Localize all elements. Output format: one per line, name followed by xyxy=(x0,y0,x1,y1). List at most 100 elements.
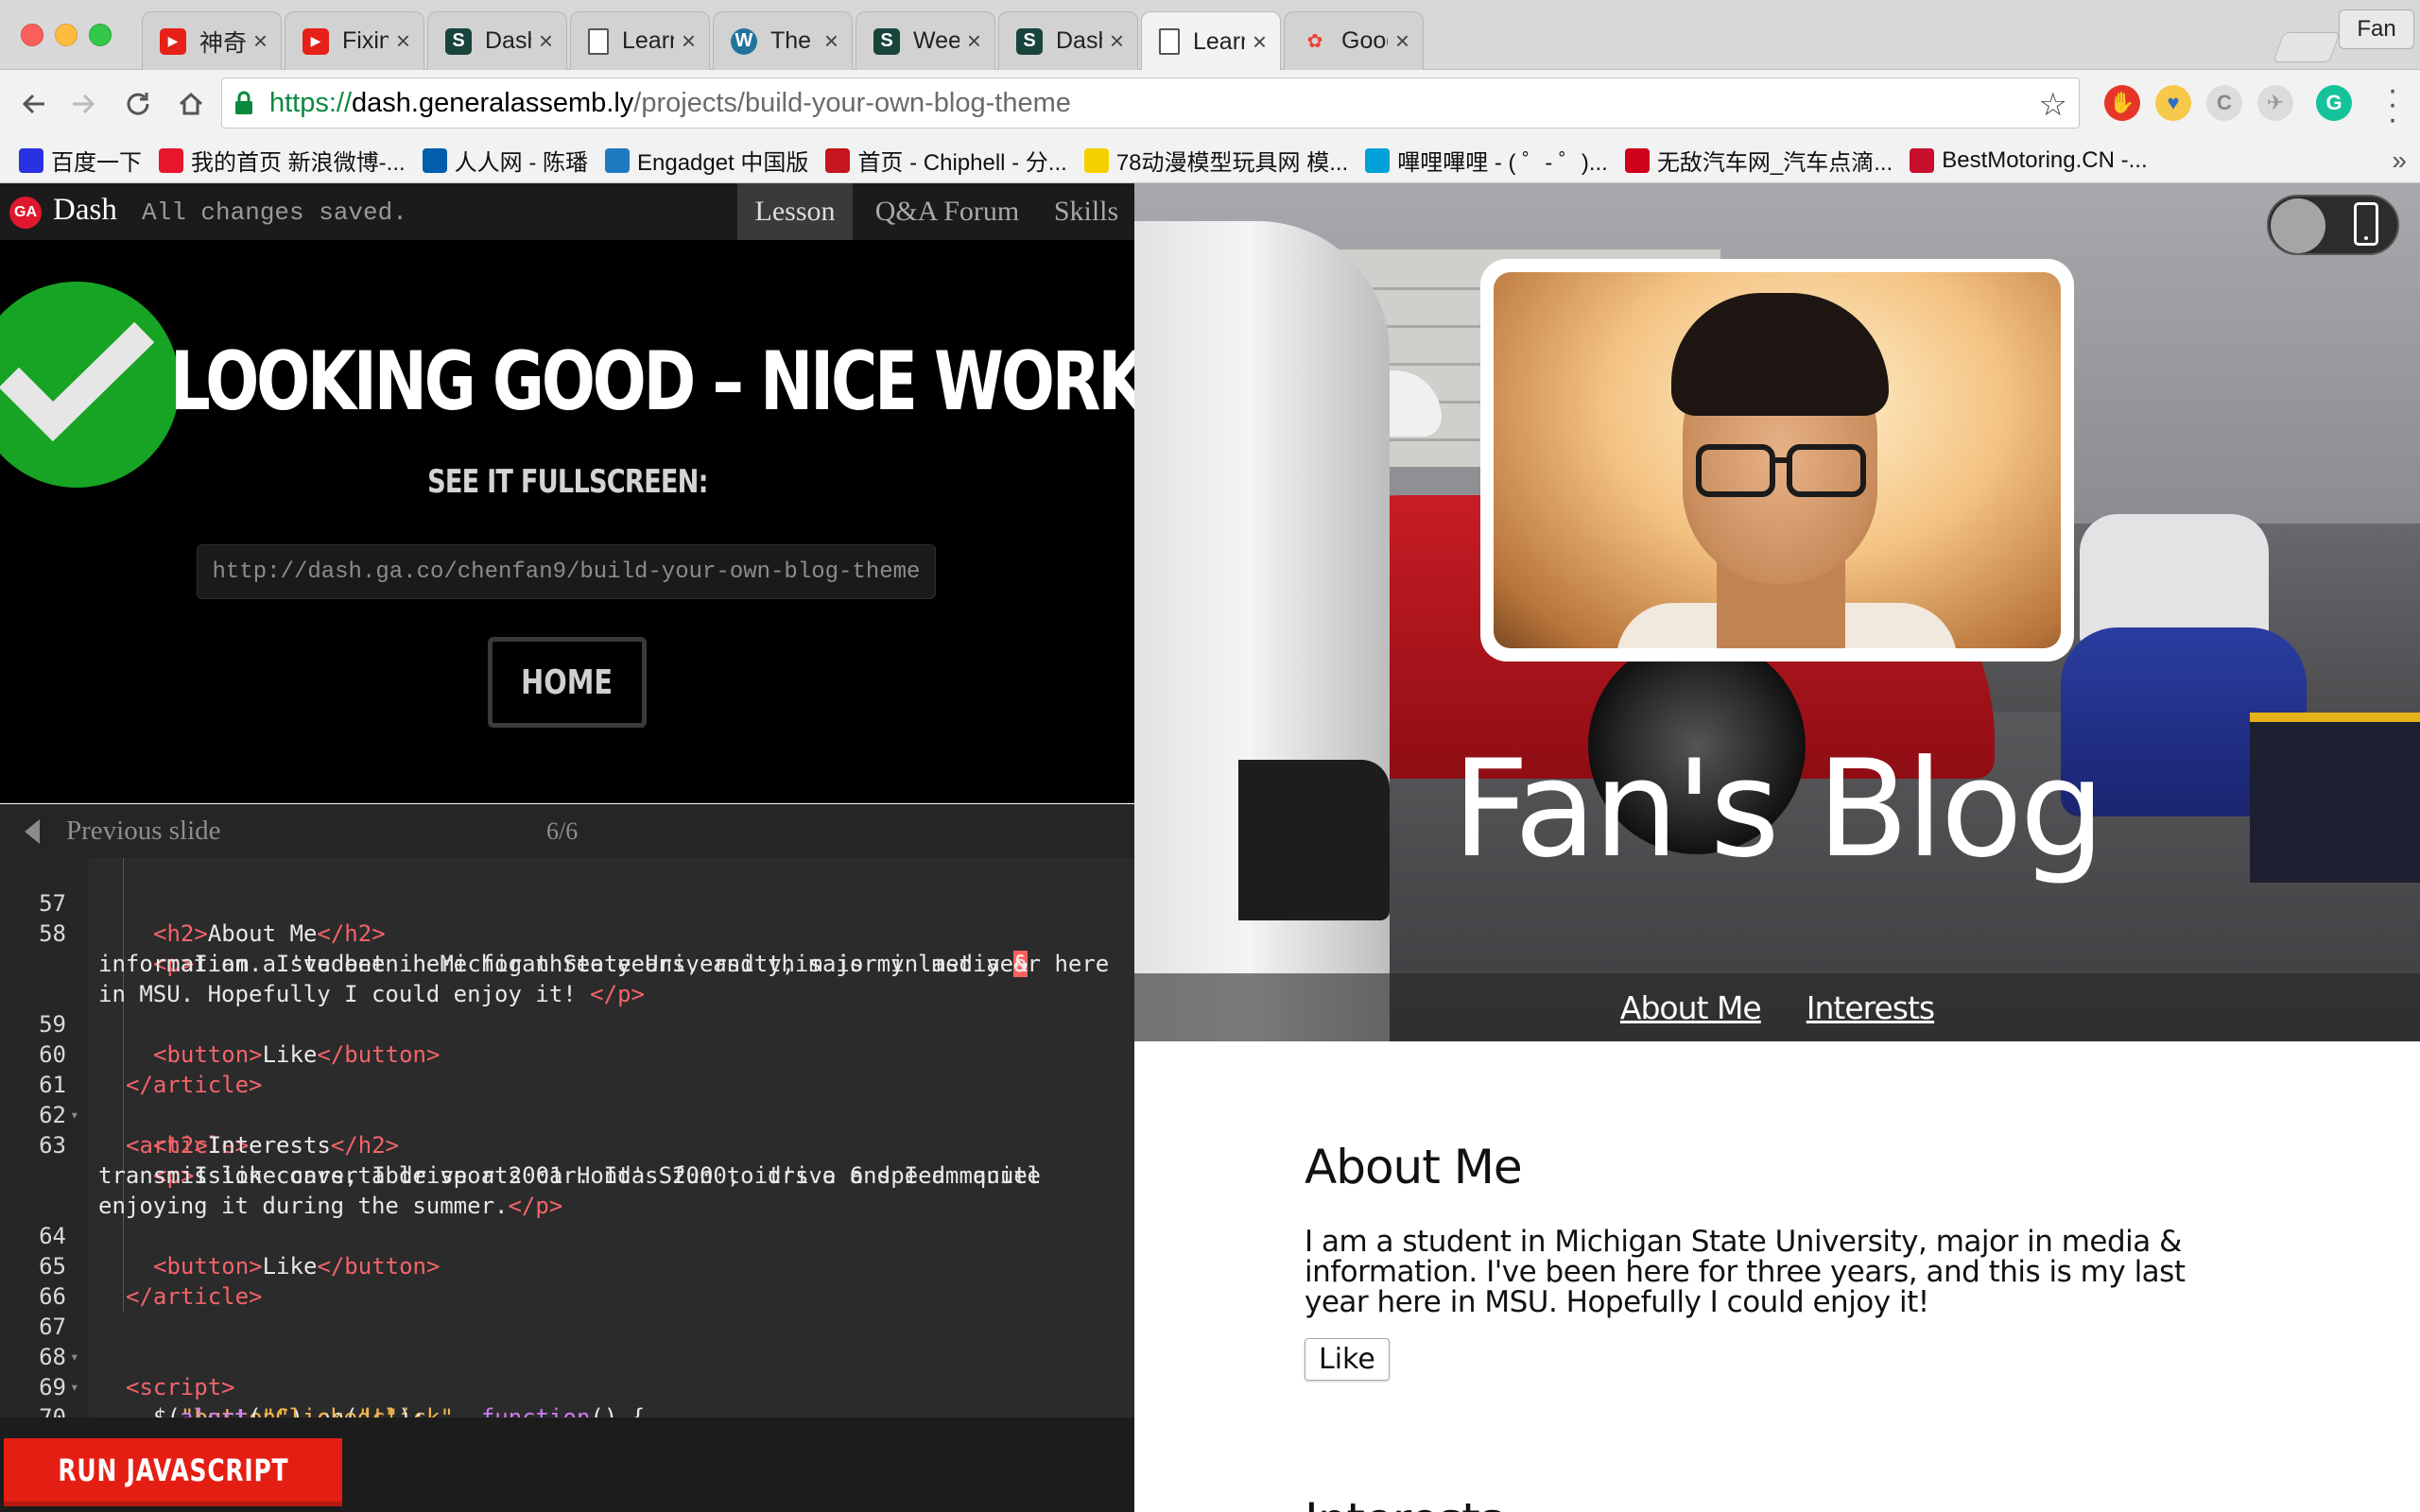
browser-tab[interactable]: W The Persona × xyxy=(713,11,853,70)
tab-title: Dash Lab Ch xyxy=(1056,27,1102,54)
bookmark-label: 人人网 - 陈璠 xyxy=(454,150,588,176)
browser-menu-icon[interactable]: · · · xyxy=(2378,74,2407,135)
bookmark-favicon-icon xyxy=(1083,147,1109,173)
bookmark-item[interactable]: Engadget 中国版 xyxy=(605,144,808,177)
bookmark-favicon-icon xyxy=(1624,147,1650,173)
tab-skills[interactable]: Skills xyxy=(1042,183,1131,240)
bookmark-favicon-icon xyxy=(605,147,630,173)
bookmark-label: 我的首页 新浪微博-... xyxy=(191,150,406,176)
interests-heading: Interests xyxy=(1305,1493,1504,1512)
lock-icon xyxy=(235,91,252,114)
dash-header: GA Dash All changes saved. Lesson Q&A Fo… xyxy=(0,183,1134,240)
bookmark-item[interactable]: 人人网 - 陈璠 xyxy=(422,144,588,177)
bookmark-label: 78动漫模型玩具网 模... xyxy=(1115,150,1349,176)
close-tab-icon[interactable]: × xyxy=(1253,27,1267,57)
browser-tab[interactable]: Learn to cod × xyxy=(1141,11,1281,71)
close-tab-icon[interactable]: × xyxy=(253,26,268,56)
profile-button[interactable]: Fan xyxy=(2339,9,2414,49)
home-button-label: HOME xyxy=(521,662,614,702)
bookmark-favicon-icon xyxy=(422,147,447,173)
close-tab-icon[interactable]: × xyxy=(396,26,410,56)
home-page-button[interactable] xyxy=(170,83,212,125)
tab-title: Learn to cod xyxy=(1193,27,1245,55)
slide-counter: 6/6 xyxy=(546,817,579,845)
browser-tab-bar: ▶神奇寶貝超世×▶Fixing A Con×SDash Interac× Lear… xyxy=(0,0,2420,71)
tab-title: Week 3 Che xyxy=(913,27,959,54)
photo-hair xyxy=(1671,293,1889,416)
bookmark-label: Engadget 中国版 xyxy=(637,150,809,176)
bookmark-item[interactable]: 百度一下 xyxy=(19,144,142,177)
toggle-knob[interactable] xyxy=(2271,198,2325,253)
url-path: /projects/build-your-own-blog-theme xyxy=(633,87,1071,118)
run-javascript-button[interactable]: RUN JAVASCRIPT xyxy=(4,1438,342,1506)
close-tab-icon[interactable]: × xyxy=(1110,26,1124,56)
bookmark-star-icon[interactable]: ☆ xyxy=(2039,86,2067,124)
run-bar: RUN JAVASCRIPT xyxy=(0,1418,1134,1512)
close-tab-icon[interactable]: × xyxy=(967,26,981,56)
forward-button[interactable] xyxy=(62,83,104,125)
bookmark-label: BestMotoring.CN -... xyxy=(1942,146,2148,173)
about-me-article: About Me I am a student in Michigan Stat… xyxy=(1305,1140,2269,1381)
close-tab-icon[interactable]: × xyxy=(682,26,696,56)
back-button[interactable] xyxy=(13,83,55,125)
dash-brand[interactable]: Dash xyxy=(53,193,117,228)
msu-s-icon: S xyxy=(445,27,472,55)
nav-link-interests[interactable]: Interests xyxy=(1806,989,1935,1026)
browser-tab[interactable]: ▶ Fixing A Con × xyxy=(285,11,424,70)
browser-tab[interactable]: Learn to cod × xyxy=(570,11,710,70)
fullscreen-label: SEE IT FULLSCREEN: xyxy=(0,463,1134,501)
bookmark-favicon-icon xyxy=(19,147,43,173)
close-tab-icon[interactable]: × xyxy=(1395,26,1409,56)
about-me-text: I am a student in Michigan State Univers… xyxy=(1305,1225,2186,1319)
url-host: dash.generalassemb.ly xyxy=(352,87,634,118)
bookmark-favicon-icon xyxy=(1910,147,1935,173)
browser-tab[interactable]: ▶ 神奇寶貝超世× xyxy=(142,11,282,70)
browser-tab[interactable]: S Dash Interac × xyxy=(427,11,567,70)
close-tab-icon[interactable]: × xyxy=(824,26,838,56)
blog-title: Fan's Blog xyxy=(1452,731,2105,887)
forward-arrow-icon xyxy=(73,94,95,114)
reload-button[interactable] xyxy=(117,83,159,125)
checkmark-icon xyxy=(0,321,155,442)
phone-icon[interactable] xyxy=(2354,202,2378,246)
share-url-field[interactable]: http://dash.ga.co/chenfan9/build-your-ow… xyxy=(197,544,936,599)
glasses-bridge xyxy=(1770,457,1790,463)
back-arrow-icon xyxy=(22,94,44,114)
bookmark-item[interactable]: BestMotoring.CN -... xyxy=(1910,144,2148,177)
close-tab-icon[interactable]: × xyxy=(539,26,553,56)
nav-link-about-me[interactable]: About Me xyxy=(1620,989,1762,1026)
close-window-button[interactable] xyxy=(21,24,43,46)
chevron-left-icon[interactable] xyxy=(25,819,40,844)
bookmark-favicon-icon xyxy=(1365,147,1391,173)
code-editor[interactable]: 57 <h2>About Me</h2> 58 <p>I am a studen… xyxy=(0,858,1134,1418)
maximize-window-button[interactable] xyxy=(89,24,112,46)
more-bookmarks-icon[interactable]: » xyxy=(2392,146,2407,176)
adblock-extension-icon[interactable]: ✋ xyxy=(2104,85,2140,121)
home-button[interactable]: HOME xyxy=(488,637,647,728)
shield-extension-icon[interactable]: ♥ xyxy=(2155,85,2191,121)
bookmark-item[interactable]: 首页 - Chiphell - 分... xyxy=(825,144,1067,177)
bookmark-item[interactable]: 我的首页 新浪微博-... xyxy=(159,144,406,177)
minimize-window-button[interactable] xyxy=(55,24,78,46)
tab-qa-forum[interactable]: Q&A Forum xyxy=(860,183,1034,240)
c-extension-icon[interactable]: C xyxy=(2206,85,2242,121)
like-button[interactable]: Like xyxy=(1305,1338,1390,1381)
bird-extension-icon[interactable]: ✈ xyxy=(2257,85,2293,121)
house-icon xyxy=(179,92,203,115)
grammarly-extension-icon[interactable]: G xyxy=(2316,85,2352,121)
address-bar[interactable]: https://dash.generalassemb.ly/projects/b… xyxy=(221,77,2080,129)
bookmark-item[interactable]: 嗶哩嗶哩 - ( ゜- ゜)... xyxy=(1365,144,1608,177)
bookmark-item[interactable]: 无敌汽车网_汽车点滴... xyxy=(1624,144,1893,177)
new-tab-button[interactable] xyxy=(2273,32,2341,62)
previous-slide-button[interactable]: Previous slide xyxy=(66,816,221,847)
line-number: 70 xyxy=(39,1404,66,1418)
browser-tab[interactable]: S Dash Lab Ch × xyxy=(998,11,1138,70)
bookmark-favicon-icon xyxy=(159,147,183,173)
browser-tab[interactable]: ✿ Google Phot × xyxy=(1284,11,1424,70)
tab-lesson[interactable]: Lesson xyxy=(737,183,853,240)
browser-tab[interactable]: S Week 3 Che × xyxy=(856,11,995,70)
bookmark-item[interactable]: 78动漫模型玩具网 模... xyxy=(1083,144,1349,177)
msu-s-icon: S xyxy=(1016,27,1043,55)
save-status: All changes saved. xyxy=(142,198,407,227)
ga-logo[interactable]: GA xyxy=(9,197,42,229)
